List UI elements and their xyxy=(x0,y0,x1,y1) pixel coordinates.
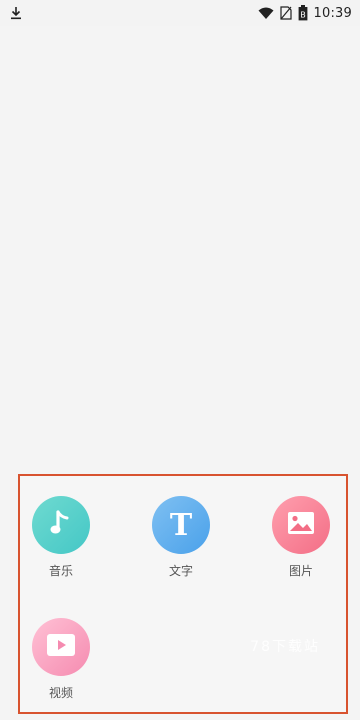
image-tool[interactable]: 图片 xyxy=(256,496,346,579)
play-icon xyxy=(45,632,77,662)
battery-icon: B xyxy=(298,5,308,21)
svg-text:B: B xyxy=(300,11,306,20)
status-bar: B 10:39 xyxy=(0,0,360,26)
video-label: 视频 xyxy=(48,686,73,700)
text-label: 文字 xyxy=(168,564,193,578)
text-tool[interactable]: T 文字 xyxy=(136,496,226,579)
music-label: 音乐 xyxy=(48,564,73,578)
no-sim-icon xyxy=(279,6,292,20)
clock: 10:39 xyxy=(313,5,352,21)
text-button[interactable]: T xyxy=(152,496,210,554)
image-button[interactable] xyxy=(272,496,330,554)
image-icon xyxy=(286,510,316,540)
music-button[interactable] xyxy=(32,496,90,554)
watermark-text: 78下载站 xyxy=(250,639,320,655)
wifi-icon xyxy=(258,7,274,20)
image-label: 图片 xyxy=(288,564,313,578)
music-tool[interactable]: 音乐 xyxy=(16,496,106,579)
music-note-icon xyxy=(48,508,74,542)
video-button[interactable] xyxy=(32,618,90,676)
add-content-sheet: 音乐 T 文字 图片 视频 xyxy=(18,474,348,714)
video-tool[interactable]: 视频 xyxy=(16,618,106,701)
text-t-icon: T xyxy=(169,507,193,543)
download-icon xyxy=(10,6,22,20)
